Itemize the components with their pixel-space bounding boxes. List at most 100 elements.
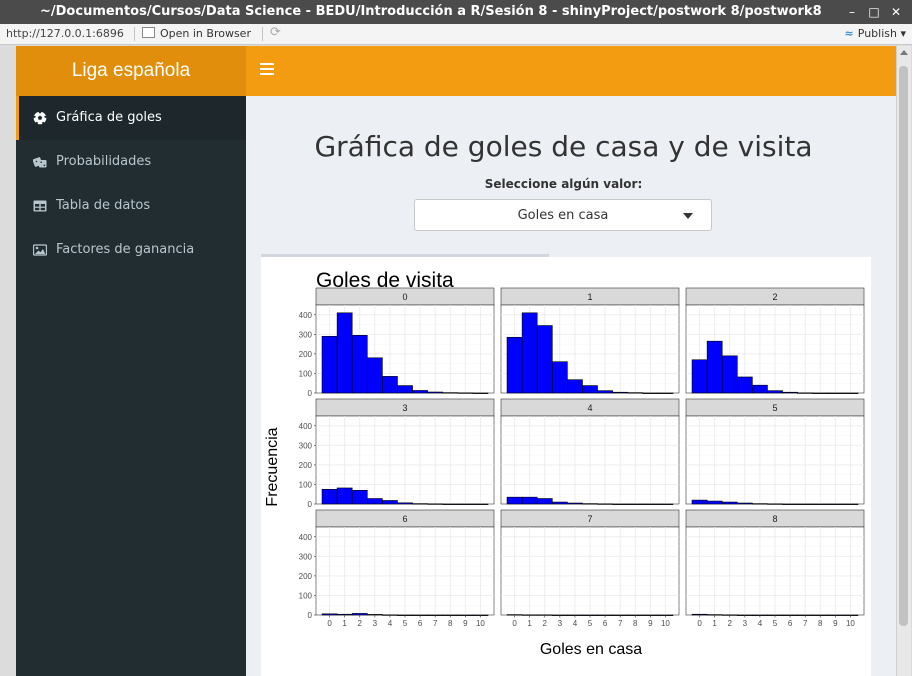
bar xyxy=(567,379,583,394)
sidebar: Gráfica de goles Probabilidades Tabla de… xyxy=(16,96,246,676)
bar xyxy=(827,503,844,505)
x-tick-label: 5 xyxy=(588,619,593,628)
bar xyxy=(812,392,829,394)
toolbar-divider xyxy=(262,27,263,41)
y-tick-label: 400 xyxy=(299,422,313,431)
top-navbar xyxy=(246,46,896,96)
publish-button[interactable]: ≈ Publish ▾ xyxy=(845,24,906,44)
bar xyxy=(721,501,738,505)
publish-label: Publish xyxy=(857,27,897,40)
y-tick-label: 300 xyxy=(299,552,313,561)
scroll-up-icon[interactable] xyxy=(900,50,908,55)
facet-strip-label: 6 xyxy=(402,514,407,524)
facet-panel: 7 0 1 2 3 4 5 6 7 8 9 10 xyxy=(500,509,680,628)
bar xyxy=(321,335,338,394)
window-titlebar: ~/Documentos/Cursos/Data Science - BEDU/… xyxy=(0,0,912,24)
scrollbar[interactable] xyxy=(896,46,911,676)
close-icon[interactable]: ✕ xyxy=(888,4,904,20)
bar xyxy=(767,503,783,505)
x-tick-label: 7 xyxy=(433,619,438,628)
bar xyxy=(691,359,708,394)
facet-strip-label: 8 xyxy=(772,514,777,524)
open-in-browser-label: Open in Browser xyxy=(160,27,251,40)
x-tick-label: 7 xyxy=(618,619,623,628)
facet-panel: 4 xyxy=(500,398,680,505)
bar xyxy=(336,613,353,616)
bar xyxy=(567,502,583,505)
x-tick-label: 4 xyxy=(573,619,578,628)
bar xyxy=(582,385,598,394)
page-title: Gráfica de goles de casa y de visita xyxy=(314,130,813,163)
facet-panel: 8 0 1 2 3 4 5 6 7 8 9 10 xyxy=(685,509,865,628)
x-tick-label: 1 xyxy=(712,619,717,628)
y-tick-label: 0 xyxy=(308,389,313,398)
y-tick-label: 300 xyxy=(299,330,313,339)
bar xyxy=(521,312,538,394)
maximize-icon[interactable]: □ xyxy=(866,4,882,20)
bar xyxy=(336,487,353,505)
bar xyxy=(582,503,598,505)
refresh-icon[interactable]: ⟳ xyxy=(270,26,284,40)
bar xyxy=(506,336,523,394)
y-tick-label: 100 xyxy=(299,480,313,489)
x-tick-label: 5 xyxy=(773,619,778,628)
image-icon xyxy=(33,244,47,256)
x-tick-label: 10 xyxy=(476,619,485,628)
bar xyxy=(797,503,814,505)
minimize-icon[interactable]: – xyxy=(844,4,860,20)
bar xyxy=(321,489,338,505)
facet-panel: 5 xyxy=(685,398,865,505)
x-tick-label: 3 xyxy=(558,619,563,628)
sidebar-item-tabla-de-datos[interactable]: Tabla de datos xyxy=(16,184,246,228)
x-tick-label: 8 xyxy=(818,619,823,628)
bar xyxy=(736,376,753,394)
sidebar-item-label: Factores de ganancia xyxy=(56,242,195,257)
sidebar-toggle-icon[interactable] xyxy=(260,63,274,77)
bar xyxy=(721,355,738,394)
bar xyxy=(351,335,368,394)
bar xyxy=(691,613,708,616)
bar xyxy=(782,503,798,505)
x-tick-label: 8 xyxy=(448,619,453,628)
y-tick-label: 400 xyxy=(299,311,313,320)
scrollbar-thumb[interactable] xyxy=(899,66,908,626)
sidebar-item-grafica-de-goles[interactable]: Gráfica de goles xyxy=(16,96,246,140)
bar xyxy=(366,614,383,616)
bar xyxy=(551,501,568,505)
x-tick-label: 0 xyxy=(697,619,702,628)
toolbar-divider xyxy=(134,27,135,41)
bar xyxy=(442,503,459,505)
y-tick-label: 200 xyxy=(299,461,313,470)
bar xyxy=(657,392,674,394)
bar xyxy=(351,613,368,616)
y-tick-label: 400 xyxy=(299,533,313,542)
bar xyxy=(642,392,659,394)
facet-strip-label: 2 xyxy=(772,292,777,302)
url-display[interactable]: http://127.0.0.1:6896 xyxy=(6,24,124,44)
app-brand[interactable]: Liga española xyxy=(16,46,246,96)
open-in-browser-button[interactable]: Open in Browser xyxy=(142,24,251,44)
facet-panel: 3 0 100 200 300 400 xyxy=(299,398,495,509)
bar xyxy=(536,498,553,505)
select-value: Goles en casa xyxy=(517,208,609,223)
x-tick-label: 6 xyxy=(418,619,423,628)
value-select[interactable]: Goles en casa xyxy=(414,199,712,231)
bar xyxy=(366,357,383,394)
bar xyxy=(842,503,859,505)
bar xyxy=(597,503,613,505)
sidebar-item-probabilidades[interactable]: Probabilidades xyxy=(16,140,246,184)
x-tick-label: 4 xyxy=(758,619,763,628)
x-tick-label: 3 xyxy=(743,619,748,628)
sidebar-item-factores-de-ganancia[interactable]: Factores de ganancia xyxy=(16,228,246,272)
x-tick-label: 6 xyxy=(788,619,793,628)
facet-strip-label: 4 xyxy=(587,403,592,413)
facet-panel: 1 xyxy=(500,287,680,394)
bar xyxy=(321,613,338,616)
publish-icon: ≈ xyxy=(844,27,854,40)
facet-chart: 001002003004001 2301002003004004 560100200… xyxy=(299,287,865,628)
y-tick-label: 100 xyxy=(299,591,313,600)
x-tick-label: 10 xyxy=(846,619,855,628)
table-icon xyxy=(33,200,47,212)
sidebar-item-label: Gráfica de goles xyxy=(56,110,162,125)
x-tick-label: 2 xyxy=(543,619,548,628)
